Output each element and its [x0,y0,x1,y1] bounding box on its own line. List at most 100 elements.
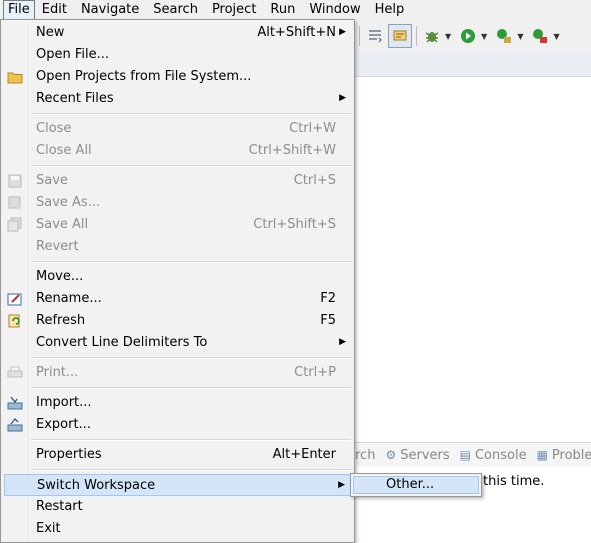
menu-window[interactable]: Window [302,0,367,20]
menu-item-open-projects-from-file-system[interactable]: Open Projects from File System... [4,66,351,88]
menu-item-label: Import... [36,395,92,410]
menu-item-label: Revert [36,239,79,254]
chevron-down-icon[interactable]: ▼ [481,32,487,41]
menu-item-open-file[interactable]: Open File... [4,44,351,66]
menu-item-label: Close All [36,143,92,158]
menu-item-shortcut: Ctrl+W [289,121,336,136]
menu-item-label: New [36,25,65,40]
menu-item-label: Convert Line Delimiters To [36,335,208,350]
chevron-down-icon[interactable]: ▼ [445,32,451,41]
menu-item-shortcut: Ctrl+S [293,173,336,188]
menu-run[interactable]: Run [263,0,302,20]
menu-item-exit[interactable]: Exit [4,518,351,540]
chevron-down-icon[interactable]: ▼ [553,32,559,41]
menu-bar: File Edit Navigate Search Project Run Wi… [0,0,591,20]
menu-item-move[interactable]: Move... [4,266,351,288]
tab-servers[interactable]: ⚙ Servers [385,448,449,463]
menu-separator [31,469,351,471]
tab-console[interactable]: ▤ Console [460,448,527,463]
toolbar-separator [359,26,360,46]
menu-item-other[interactable]: Other... [353,476,479,494]
menu-item-label: Save As... [36,195,101,210]
menu-separator [31,113,351,115]
menu-project[interactable]: Project [205,0,263,20]
menu-item-convert-line-delimiters-to[interactable]: Convert Line Delimiters To ▶ [4,332,351,354]
save-as-icon [6,194,24,212]
menu-item-refresh[interactable]: Refresh F5 [4,310,351,332]
menu-item-label: Open Projects from File System... [36,69,252,84]
submenu-arrow-icon: ▶ [338,480,345,490]
submenu-arrow-icon: ▶ [339,27,346,37]
editor-area [355,77,591,437]
console-icon: ▤ [459,448,471,462]
save-all-icon [6,216,24,234]
chevron-down-icon[interactable]: ▼ [517,32,523,41]
menu-item-properties[interactable]: Properties Alt+Enter [4,444,351,466]
menu-item-new[interactable]: New Alt+Shift+N ▶ [4,22,351,44]
tab-label: Console [474,447,527,463]
menu-item-restart[interactable]: Restart [4,496,351,518]
import-icon [6,394,24,412]
console-message: this time. [483,474,545,489]
menu-item-close: Close Ctrl+W [4,118,351,140]
menu-item-export[interactable]: Export... [4,414,351,436]
menu-item-label: Move... [36,269,84,284]
menu-separator [31,261,351,263]
toolbar-separator [416,26,417,46]
menu-item-recent-files[interactable]: Recent Files ▶ [4,88,351,110]
print-icon [6,364,24,382]
main-toolbar: ▼ ▼ ▼ ▼ [355,20,591,52]
menu-help[interactable]: Help [368,0,412,20]
menu-navigate[interactable]: Navigate [74,0,146,20]
menu-item-label: Rename... [36,291,102,306]
menu-item-save: Save Ctrl+S [4,170,351,192]
run-icon[interactable] [459,25,477,47]
external-tool-icon[interactable] [531,25,549,47]
menu-separator [31,387,351,389]
menu-item-shortcut: Ctrl+P [294,365,336,380]
menu-item-shortcut: Ctrl+Shift+W [248,143,336,158]
coverage-icon[interactable] [495,25,513,47]
menu-search[interactable]: Search [146,0,205,20]
bottom-panel-tabs: rch ⚙ Servers ▤ Console ▦ Proble [355,442,591,467]
menu-item-print: Print... Ctrl+P [4,362,351,384]
menu-separator [31,165,351,167]
menu-item-shortcut: Ctrl+Shift+S [253,217,336,232]
menu-item-label: Exit [36,521,61,536]
export-icon [6,416,24,434]
menu-item-label: Recent Files [36,91,114,106]
tab-search[interactable]: rch [355,448,375,463]
rename-icon [6,290,24,308]
save-icon [6,172,24,190]
switch-workspace-submenu: Other... [350,473,482,497]
file-menu: New Alt+Shift+N ▶ Open File... Open Projects… [0,19,355,543]
menu-item-save-all: Save All Ctrl+Shift+S [4,214,351,236]
menu-item-label: Switch Workspace [37,478,156,493]
submenu-arrow-icon: ▶ [339,337,346,347]
menu-item-shortcut: F2 [320,291,336,306]
menu-file[interactable]: File [3,0,35,20]
menu-item-shortcut: F5 [320,313,336,328]
menu-item-label: Open File... [36,47,110,62]
menu-item-shortcut: Alt+Shift+N [257,25,336,40]
toolbar-highlight-icon[interactable] [388,24,412,48]
problems-icon: ▦ [536,448,548,462]
editor-tab-strip [355,52,591,77]
refresh-icon [6,312,24,330]
menu-item-label: Restart [36,499,83,514]
menu-item-revert: Revert [4,236,351,258]
toolbar-list-icon[interactable] [366,25,384,47]
folder-icon [6,68,24,86]
menu-item-label: Other... [386,477,435,492]
menu-item-switch-workspace[interactable]: Switch Workspace ▶ [4,474,351,496]
tab-problems[interactable]: ▦ Proble [537,448,591,463]
menu-item-rename[interactable]: Rename... F2 [4,288,351,310]
menu-item-label: Save [36,173,68,188]
submenu-arrow-icon: ▶ [339,93,346,103]
menu-edit[interactable]: Edit [35,0,74,20]
menu-separator [31,357,351,359]
debug-icon[interactable] [423,25,441,47]
menu-separator [31,439,351,441]
menu-item-import[interactable]: Import... [4,392,351,414]
menu-item-label: Print... [36,365,79,380]
